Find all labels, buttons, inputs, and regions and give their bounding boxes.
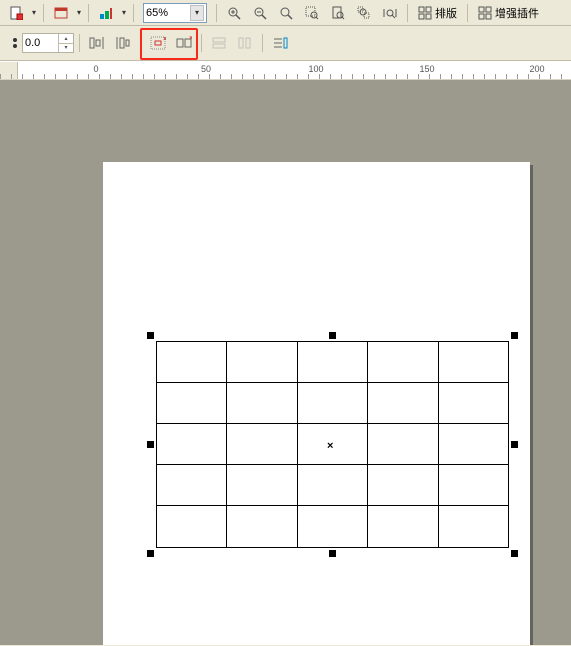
align-left-button[interactable]: [85, 32, 109, 54]
merge-cells-button[interactable]: ×: [146, 32, 170, 54]
table-cell[interactable]: [368, 383, 438, 424]
sel-handle-tm[interactable]: [329, 332, 336, 339]
table-cell[interactable]: [368, 465, 438, 506]
dropdown-arrow-icon[interactable]: ▾: [120, 8, 128, 17]
table-cell[interactable]: [227, 506, 297, 547]
split-cells-button[interactable]: ×: [172, 32, 196, 54]
ruler-label: 50: [201, 64, 211, 74]
layout-label: 排版: [435, 5, 457, 21]
sel-handle-br[interactable]: [511, 550, 518, 557]
table-cell[interactable]: [368, 424, 438, 465]
separator: [140, 34, 141, 52]
table-cell[interactable]: [439, 465, 508, 506]
plugin-icon: [478, 6, 492, 20]
table-row: [157, 465, 508, 506]
separator: [79, 34, 80, 52]
separator: [43, 4, 44, 22]
svg-text:×: ×: [189, 36, 192, 42]
toolbar-table: 0.0 ▴▾ × ×: [0, 26, 571, 61]
table-cell[interactable]: [227, 424, 297, 465]
table-row: [157, 342, 508, 383]
layout-button[interactable]: 排版: [413, 2, 462, 24]
sel-handle-ml[interactable]: [147, 441, 154, 448]
separator: [88, 4, 89, 22]
sel-handle-bl[interactable]: [147, 550, 154, 557]
table-row: [157, 383, 508, 424]
table-cell[interactable]: [157, 424, 227, 465]
table-cell[interactable]: [439, 342, 508, 383]
zoom-all-button[interactable]: [352, 2, 376, 24]
sel-handle-tr[interactable]: [511, 332, 518, 339]
sel-handle-tl[interactable]: [147, 332, 154, 339]
indicator-icon: [12, 37, 18, 49]
separator: [262, 34, 263, 52]
zoom-width-button[interactable]: [378, 2, 402, 24]
ruler-corner: [0, 62, 18, 79]
enhance-label: 增强插件: [495, 5, 539, 21]
separator: [133, 4, 134, 22]
center-marker-icon: ×: [327, 440, 333, 452]
zoom-select[interactable]: 65% ▾: [143, 3, 207, 23]
enhance-plugin-button[interactable]: 增强插件: [473, 2, 544, 24]
table-cell[interactable]: [157, 342, 227, 383]
dropdown-arrow-icon[interactable]: ▾: [30, 8, 38, 17]
table-cell[interactable]: [157, 465, 227, 506]
numeric-input[interactable]: 0.0 ▴▾: [22, 33, 74, 53]
ruler-label: 150: [419, 64, 434, 74]
table-cell[interactable]: [298, 465, 368, 506]
separator: [407, 4, 408, 22]
window-button[interactable]: [49, 2, 73, 24]
table-properties-button[interactable]: [268, 32, 292, 54]
zoom-value: 65%: [146, 7, 168, 19]
table-cell[interactable]: [439, 506, 508, 547]
sel-handle-mr[interactable]: [511, 441, 518, 448]
new-doc-button[interactable]: [4, 2, 28, 24]
zoom-in-button[interactable]: [222, 2, 246, 24]
zoom-selection-button[interactable]: [300, 2, 324, 24]
ruler-label: 100: [308, 64, 323, 74]
separator: [467, 4, 468, 22]
ruler-scale[interactable]: 0 50 100 150 200: [18, 62, 571, 79]
chevron-down-icon[interactable]: ▾: [190, 5, 204, 21]
table-cell[interactable]: [227, 465, 297, 506]
table-cell[interactable]: [298, 506, 368, 547]
table-row: [157, 506, 508, 547]
svg-text:×: ×: [163, 36, 166, 43]
palette-button[interactable]: [94, 2, 118, 24]
toolbar-main: ▾ ▾ ▾ 65% ▾ 排版 增强插件: [0, 0, 571, 26]
table-cell[interactable]: [227, 342, 297, 383]
align-center-button[interactable]: [111, 32, 135, 54]
numeric-value: 0.0: [25, 37, 40, 49]
table-cell[interactable]: [368, 342, 438, 383]
zoom-fit-button[interactable]: [274, 2, 298, 24]
zoom-out-button[interactable]: [248, 2, 272, 24]
sel-handle-bm[interactable]: [329, 550, 336, 557]
ruler-label: 0: [93, 64, 98, 74]
table-cell[interactable]: [439, 383, 508, 424]
table-cell[interactable]: [439, 424, 508, 465]
table-cell[interactable]: [227, 383, 297, 424]
ruler-label: 200: [529, 64, 544, 74]
table-cell[interactable]: [157, 383, 227, 424]
separator: [201, 34, 202, 52]
table-cell[interactable]: [298, 383, 368, 424]
spinner[interactable]: ▴▾: [58, 34, 73, 52]
distribute-rows-button: [207, 32, 231, 54]
distribute-cols-button: [233, 32, 257, 54]
separator: [216, 4, 217, 22]
table-cell[interactable]: [157, 506, 227, 547]
dropdown-arrow-icon[interactable]: ▾: [75, 8, 83, 17]
ruler-horizontal: 0 50 100 150 200: [0, 61, 571, 80]
grid-icon: [418, 6, 432, 20]
canvas[interactable]: ×: [0, 80, 571, 645]
table-cell[interactable]: [368, 506, 438, 547]
table-cell[interactable]: [298, 342, 368, 383]
zoom-page-button[interactable]: [326, 2, 350, 24]
